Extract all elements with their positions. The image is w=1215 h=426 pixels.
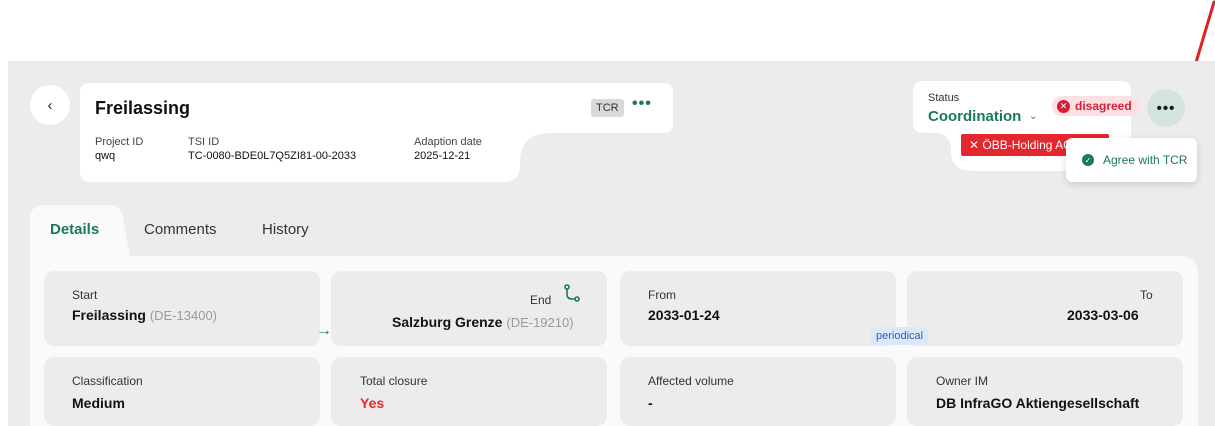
- page-title: Freilassing: [95, 98, 191, 118]
- x-circle-icon: ✕: [1057, 99, 1070, 113]
- owner-im-value: DB InfraGO Aktiengesellschaft: [936, 395, 1140, 411]
- project-id-value: qwq: [95, 150, 116, 162]
- check-circle-icon: ✓: [1082, 154, 1094, 166]
- project-id: Project ID qwq: [95, 136, 143, 162]
- chevron-down-icon[interactable]: ⌄: [1029, 111, 1037, 122]
- affected-volume-label: Affected volume: [648, 374, 734, 388]
- end-card: [331, 271, 607, 346]
- tsi-id-value: TC-0080-BDE0L7Q5ZI81-00-2033: [188, 150, 357, 162]
- agree-with-tcr-label: Agree with TCR: [1103, 153, 1188, 167]
- tsi-id-label: TSI ID: [188, 136, 220, 148]
- header-more-button[interactable]: •••: [632, 95, 652, 113]
- arrow-right-icon: →: [316, 322, 332, 339]
- tab-comments[interactable]: Comments: [144, 221, 217, 238]
- to-card: [907, 271, 1183, 346]
- adaption-date-value: 2025-12-21: [414, 150, 471, 162]
- from-label: From: [648, 288, 676, 302]
- owner-im-card: [907, 357, 1183, 426]
- start-station: Freilassing: [72, 307, 146, 323]
- affected-volume-card: [620, 357, 896, 426]
- end-value: Salzburg Grenze (DE-19210): [392, 314, 574, 330]
- header-card: Freilassing TCR ••• Project ID qwq TSI I…: [80, 83, 673, 182]
- classification-card: [44, 357, 320, 426]
- total-closure-label: Total closure: [360, 374, 428, 388]
- to-label: To: [1140, 288, 1153, 302]
- obb-holding-label: ÖBB-Holding AG: [982, 138, 1073, 152]
- tab-details[interactable]: Details: [50, 221, 99, 238]
- disagreed-badge-label: disagreed: [1075, 99, 1132, 113]
- start-value: Freilassing (DE-13400): [72, 307, 217, 323]
- tcr-tag: TCR: [591, 99, 624, 117]
- total-closure-card: [331, 357, 607, 426]
- status-label: Status: [928, 92, 960, 104]
- total-closure-value: Yes: [360, 395, 385, 411]
- start-label: Start: [72, 288, 98, 302]
- tsi-id: TSI ID TC-0080-BDE0L7Q5ZI81-00-2033: [188, 136, 356, 162]
- start-code: (DE-13400): [149, 308, 218, 323]
- adaption-date-label: Adaption date: [414, 136, 482, 148]
- tab-history[interactable]: History: [262, 221, 309, 238]
- end-code: (DE-19210): [506, 315, 574, 330]
- back-button[interactable]: ‹: [30, 85, 70, 125]
- actions-dropdown-item-agree[interactable]: ✓ Agree with TCR: [1066, 138, 1197, 182]
- owner-im-label: Owner IM: [936, 374, 989, 388]
- from-value: 2033-01-24: [648, 307, 720, 323]
- chevron-left-icon: ‹: [47, 96, 53, 114]
- classification-label: Classification: [72, 374, 143, 388]
- status-value[interactable]: Coordination: [928, 108, 1021, 125]
- periodical-badge: periodical: [870, 327, 930, 345]
- close-icon: ✕: [969, 138, 980, 152]
- end-label: End: [530, 293, 552, 307]
- adaption-date: Adaption date 2025-12-21: [414, 136, 482, 162]
- project-id-label: Project ID: [95, 136, 144, 148]
- route-icon: [564, 284, 580, 302]
- end-station: Salzburg Grenze: [392, 314, 503, 330]
- affected-volume-value: -: [648, 395, 653, 411]
- classification-value: Medium: [72, 395, 125, 411]
- status-more-button[interactable]: •••: [1147, 89, 1185, 127]
- disagreed-badge: ✕ disagreed: [1052, 96, 1140, 116]
- to-value: 2033-03-06: [1067, 307, 1139, 323]
